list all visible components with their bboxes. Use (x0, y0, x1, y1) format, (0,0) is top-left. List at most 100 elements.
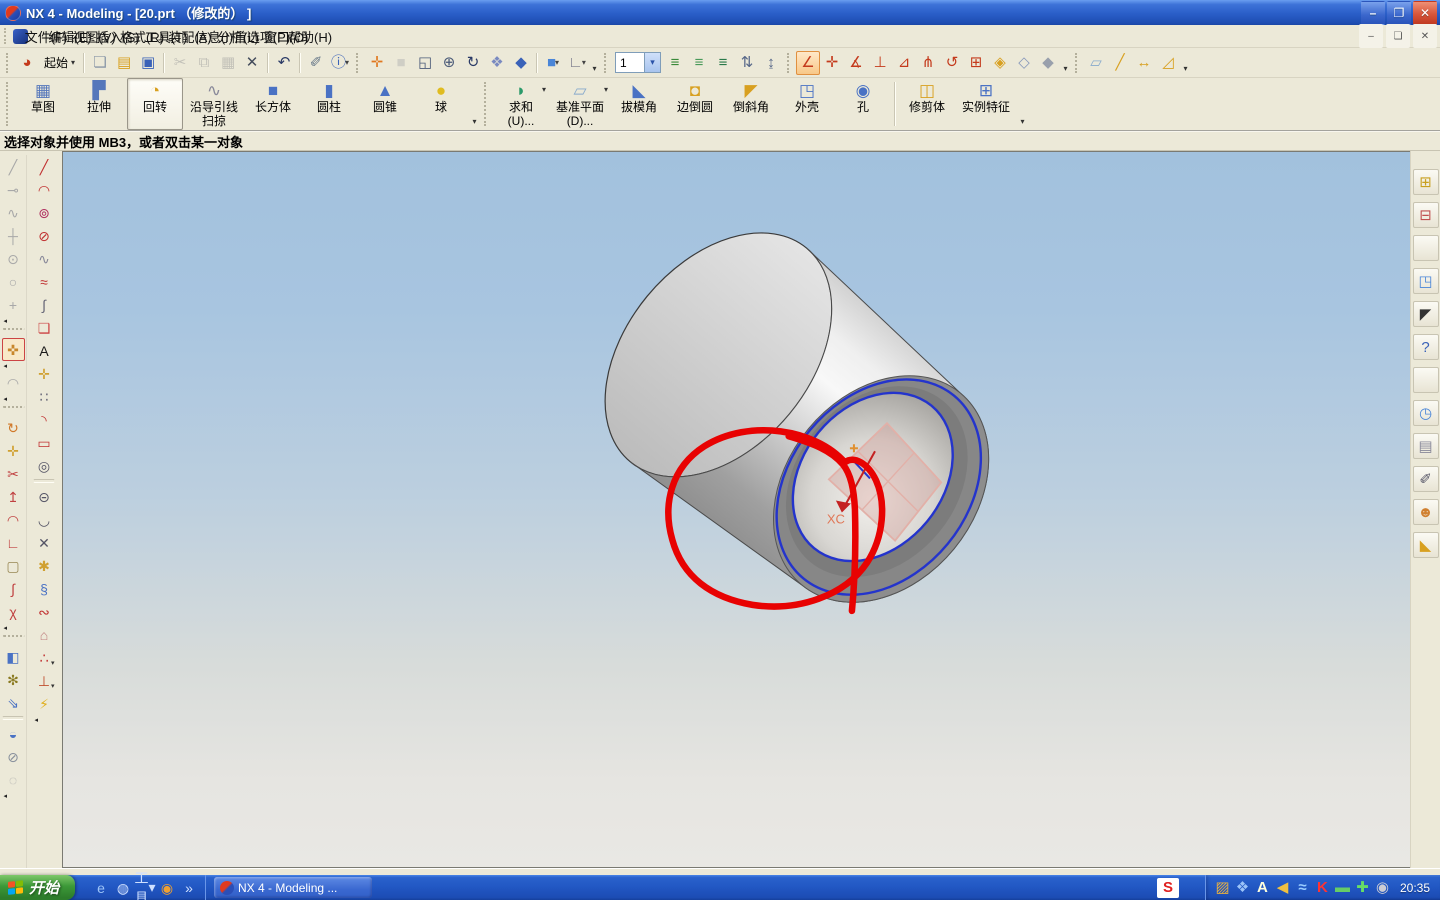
move-to-layer-icon[interactable]: ⇅ (735, 51, 759, 75)
netcard-tray-icon[interactable]: ▬ (1334, 879, 1351, 896)
circle-center-tool-icon[interactable]: ⊙ (2, 247, 25, 270)
mdi-close-button[interactable]: ✕ (1413, 24, 1437, 48)
wcs-rotate-icon[interactable]: ∡ (844, 51, 868, 75)
trim-body-button[interactable]: ◫ 修剪体 (899, 78, 955, 130)
edge-blend-button[interactable]: ◘ 边倒圆 (667, 78, 723, 130)
point-tool-icon[interactable]: + (2, 293, 25, 316)
law-curve-icon[interactable]: ∾ (33, 600, 56, 623)
move-object-icon[interactable]: ◇ (1012, 51, 1036, 75)
datum-angle-icon[interactable]: ◿ (1156, 51, 1180, 75)
shaded-display-icon[interactable]: ■ ▾ (541, 51, 565, 75)
divide-curve-icon[interactable]: ✕ (33, 531, 56, 554)
wcs-change-yc-icon[interactable]: ↺ (940, 51, 964, 75)
feature-playback-icon[interactable]: ✻ (2, 668, 25, 691)
messenger-tray-icon[interactable]: ≈ (1294, 879, 1311, 896)
delete-icon[interactable]: ✕ (240, 51, 264, 75)
nx-app-icon[interactable] (5, 4, 21, 21)
quick-extend-icon[interactable]: ⚡ (33, 692, 56, 715)
extrude-button[interactable]: ▛ 拉伸 (71, 78, 127, 130)
information-icon[interactable]: ⓘ ▾ (328, 51, 352, 75)
kaspersky-tray-icon[interactable]: K (1314, 879, 1331, 896)
menu-help[interactable]: 帮助(H) (288, 24, 332, 48)
sketch-button[interactable]: ▦ 草图 (15, 78, 71, 130)
start-button[interactable]: 开始 (0, 875, 76, 900)
edit-feature-icon[interactable]: ◧ (2, 645, 25, 668)
wcs-set-to-csys-icon[interactable]: ⊿ (892, 51, 916, 75)
firefox-quicklaunch-icon[interactable]: ◉ (157, 878, 177, 898)
draft-button[interactable]: ◣ 拔模角 (611, 78, 667, 130)
fit-view-icon[interactable]: ✛ (365, 51, 389, 75)
sogou-ime-icon[interactable]: S (1156, 877, 1179, 898)
profile-tool-icon[interactable]: ╱ (33, 155, 56, 178)
trim-curve-icon[interactable]: ✂ (2, 462, 25, 485)
cylinder-part[interactable] (559, 189, 1042, 656)
datum-plane-button[interactable]: ▱ 基准平面 (D)... ▾ (549, 78, 611, 130)
fill-view-icon[interactable]: ■ (389, 51, 413, 75)
press-direction-icon[interactable]: ⊥ ▾ (33, 669, 56, 692)
selection-filter-icon[interactable]: ◠ (2, 371, 25, 394)
curve-tool-icon[interactable]: ∿ (2, 201, 25, 224)
zoom-in-out-icon[interactable]: ⊕ (437, 51, 461, 75)
conic-icon[interactable]: ◡ (33, 508, 56, 531)
rotate-view-tool-icon[interactable]: ↻ (2, 416, 25, 439)
remove-parameters-icon[interactable]: ◌ (2, 768, 25, 791)
history-icon[interactable]: ◷ (1412, 400, 1439, 426)
materials-icon[interactable]: ◣ (1412, 532, 1439, 558)
offset-curve-icon[interactable]: ∫ (2, 577, 25, 600)
line-point-tool-icon[interactable]: ⊸ (2, 178, 25, 201)
derived-line-icon[interactable]: ⊘ (33, 224, 56, 247)
studio-spline-icon[interactable]: ∿ (33, 247, 56, 270)
customize-icon[interactable]: ✐ (1412, 466, 1439, 492)
project-curve-icon[interactable]: χ (2, 600, 25, 623)
tools-quicklaunch-menu[interactable]: 工具 ▾ (135, 870, 156, 900)
graphics-window[interactable]: XC (62, 151, 1410, 868)
edit-position-icon[interactable]: ⇘ (2, 691, 25, 714)
zoom-region-icon[interactable]: ◱ (413, 51, 437, 75)
security-tray-icon[interactable]: ▨ (1214, 879, 1231, 896)
network-tray-icon[interactable]: ❖ (1234, 879, 1251, 896)
explorer-quicklaunch-icon[interactable]: ◍ (113, 878, 133, 898)
wcs-dynamics-icon[interactable]: ∠ (796, 50, 821, 75)
sheet-icon[interactable]: ▢ (2, 554, 25, 577)
ime-tray-icon[interactable]: A (1254, 879, 1271, 896)
volume-tray-icon[interactable]: ◀ (1274, 879, 1291, 896)
rotate-view-icon[interactable]: ↻ (461, 51, 485, 75)
ie-quicklaunch-icon[interactable]: e (91, 878, 111, 898)
circle-trim-tool-icon[interactable]: ⊚ (33, 201, 56, 224)
rectangle-icon[interactable]: ▭ (33, 431, 56, 454)
mdi-minimize-button[interactable]: – (1359, 24, 1383, 48)
training-icon[interactable]: ◤ (1412, 301, 1439, 327)
axis-tool-icon[interactable]: ┼ (2, 224, 25, 247)
open-file-icon[interactable]: ▤ (112, 51, 136, 75)
nx-task-button[interactable]: NX 4 - Modeling ... (214, 877, 373, 898)
close-button[interactable]: ✕ (1413, 0, 1437, 25)
datum-axis-icon[interactable]: ╱ (1108, 51, 1132, 75)
web-browser-icon[interactable]: ◳ (1412, 268, 1439, 294)
point-set-icon[interactable]: ∷ (33, 385, 56, 408)
datum-distance-icon[interactable]: ↔ (1132, 51, 1156, 75)
wcs-orient-icon[interactable]: ⊥ (868, 51, 892, 75)
layer-category-icon[interactable]: ≡ (711, 51, 735, 75)
revolve-button[interactable]: ◔ 回转 (127, 78, 183, 130)
arc-tool-icon[interactable]: ◠ (33, 178, 56, 201)
point-constructor-icon[interactable]: ✛ (33, 362, 56, 385)
line-tool-icon[interactable]: ╱ (2, 155, 25, 178)
layer-visible-icon[interactable]: ≡ (687, 51, 711, 75)
minimize-button[interactable]: – (1361, 0, 1385, 25)
wcs-origin-icon[interactable]: ✛ (820, 51, 844, 75)
suppress-feature-icon[interactable]: ⊘ (2, 745, 25, 768)
save-icon[interactable]: ▣ (136, 51, 160, 75)
curve-fillet-icon[interactable]: ◠ (2, 508, 25, 531)
wcs-display-icon[interactable]: ⊞ (964, 51, 988, 75)
cylinder-button[interactable]: ▮ 圆柱 (301, 78, 357, 130)
shield-tray-icon[interactable]: ✚ (1354, 879, 1371, 896)
nx-logo-icon[interactable]: ◕ (15, 51, 39, 75)
restore-button[interactable]: ❐ (1387, 0, 1411, 25)
paste-icon[interactable]: ▦ (216, 51, 240, 75)
cut-icon[interactable]: ✂ (168, 51, 192, 75)
cone-button[interactable]: ▲ 圆锥 (357, 78, 413, 130)
assembly-navigator-icon[interactable]: ⊞ (1412, 169, 1439, 195)
hole-button[interactable]: ◉ 孔 (835, 78, 891, 130)
transform-icon[interactable]: ◆ (1036, 51, 1060, 75)
chamfer-button[interactable]: ◤ 倒斜角 (723, 78, 779, 130)
